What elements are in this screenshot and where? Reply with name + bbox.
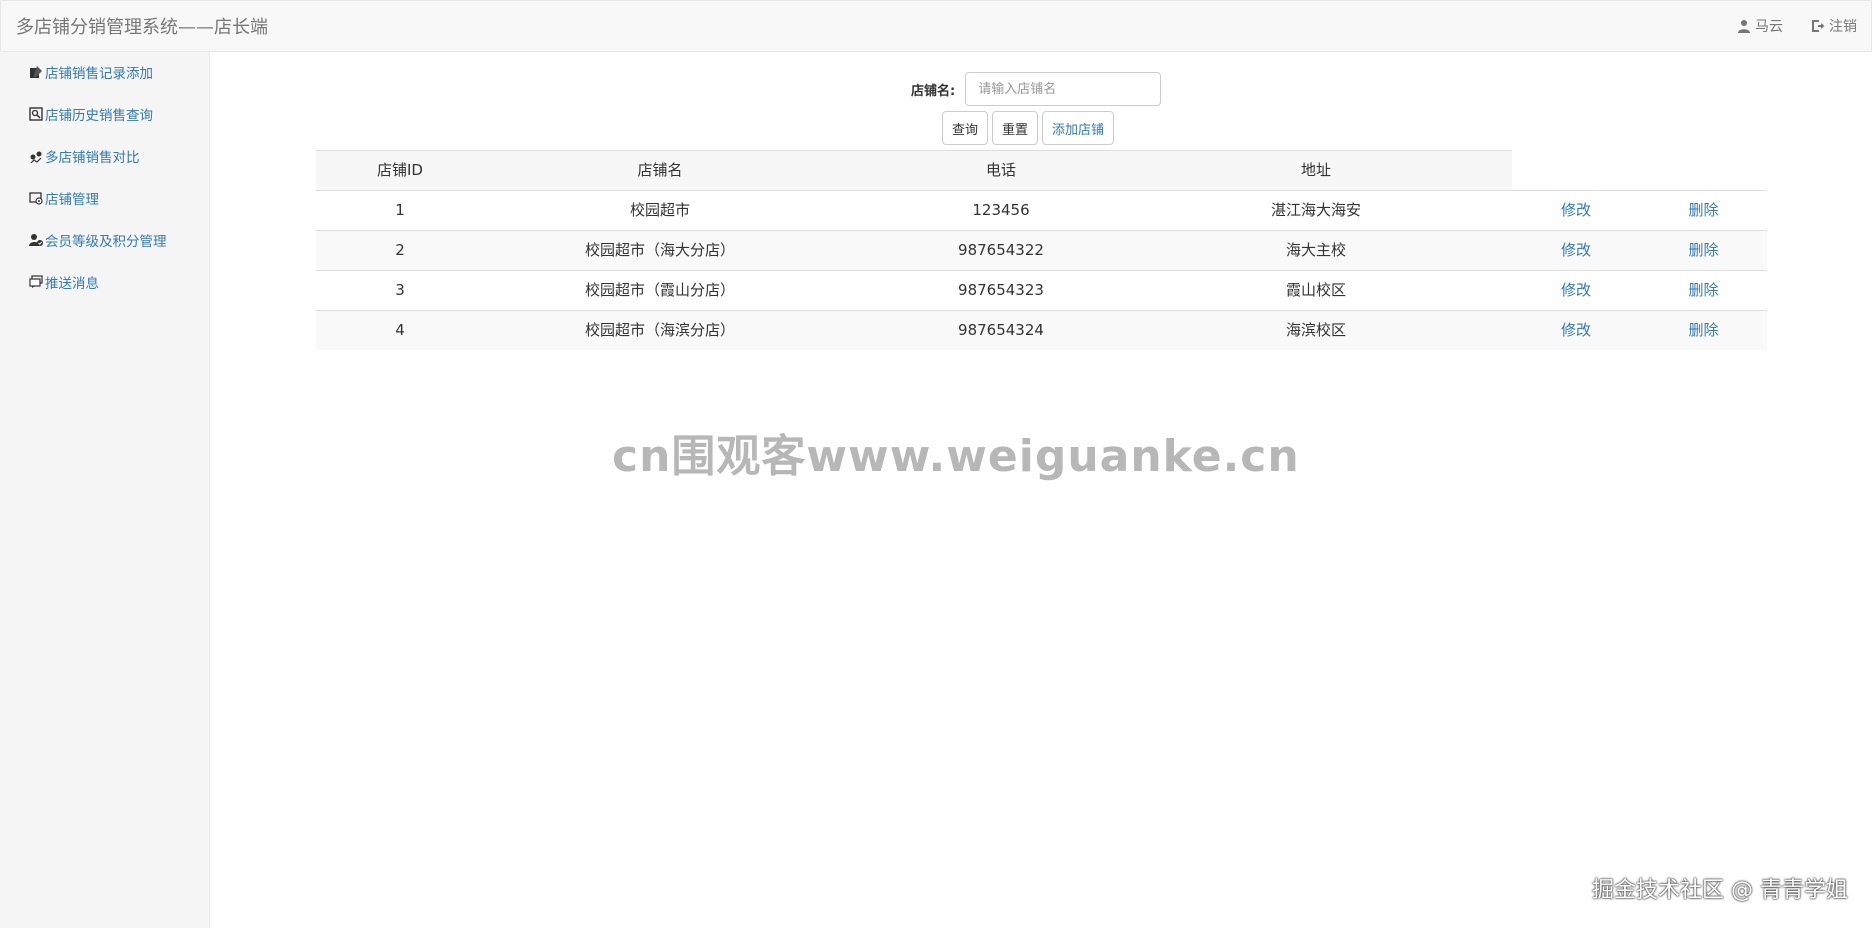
- header-shop-id: 店铺ID: [377, 161, 423, 179]
- cell-address: 海大主校: [1285, 241, 1346, 259]
- logout-icon: [1812, 20, 1825, 32]
- user-menu[interactable]: 马云: [1737, 16, 1783, 36]
- table-header: 店铺ID 店铺名 电话 地址: [316, 150, 1512, 190]
- sidebar-item-label: 店铺销售记录添加: [45, 66, 153, 82]
- corner-watermark: 掘金技术社区 @ 青青学姐: [1592, 878, 1848, 903]
- compare-icon: [30, 151, 42, 163]
- edit-link[interactable]: 修改: [1512, 191, 1640, 231]
- sidebar-item-label: 店铺历史销售查询: [45, 108, 153, 124]
- user-name: 马云: [1755, 19, 1783, 35]
- table-row: 2 校园超市（海大分店） 987654322 海大主校 修改 删除: [316, 230, 1767, 270]
- cell-shop-name: 校园超市（海大分店）: [584, 241, 735, 259]
- sidebar-item-sales-record-add[interactable]: 店铺销售记录添加: [29, 62, 153, 82]
- cell-phone: 987654323: [958, 281, 1044, 299]
- search-history-icon: [29, 107, 43, 121]
- reset-button[interactable]: 重置: [992, 111, 1039, 145]
- logout-label: 注销: [1829, 19, 1857, 35]
- delete-link[interactable]: 删除: [1640, 191, 1767, 231]
- cell-shop-name: 校园超市（霞山分店）: [584, 281, 735, 299]
- top-navbar: 多店铺分销管理系统——店长端 马云 注销: [0, 0, 1872, 52]
- header-phone: 电话: [985, 161, 1016, 179]
- app-title[interactable]: 多店铺分销管理系统——店长端: [16, 13, 268, 39]
- cell-shop-name: 校园超市（海滨分店）: [584, 321, 735, 339]
- query-button[interactable]: 查询: [942, 111, 989, 145]
- sidebar-item-label: 推送消息: [45, 276, 99, 292]
- cell-shop-id: 4: [395, 321, 405, 339]
- logout-link[interactable]: 注销: [1811, 16, 1857, 36]
- sidebar-item-member-level[interactable]: 会员等级及积分管理: [29, 230, 167, 250]
- sidebar-item-push-message[interactable]: 推送消息: [29, 272, 99, 292]
- search-form: 店铺名:: [911, 72, 1162, 106]
- sidebar-item-label: 店铺管理: [45, 192, 99, 208]
- shop-name-label: 店铺名:: [911, 83, 956, 99]
- delete-link[interactable]: 删除: [1640, 271, 1767, 311]
- search-buttons: 查询 重置 添加店铺: [942, 111, 1115, 145]
- navbar-right: 马云 注销: [1737, 16, 1857, 36]
- shop-settings-icon: [29, 192, 43, 205]
- cell-shop-id: 2: [395, 241, 405, 259]
- cell-address: 海滨校区: [1285, 321, 1346, 339]
- sidebar-item-label: 多店铺销售对比: [45, 150, 140, 166]
- member-icon: [29, 234, 43, 246]
- sidebar-item-sales-compare[interactable]: 多店铺销售对比: [29, 146, 140, 166]
- table-row: 3 校园超市（霞山分店） 987654323 霞山校区 修改 删除: [316, 270, 1767, 310]
- cell-shop-name: 校园超市: [629, 201, 690, 219]
- edit-link[interactable]: 修改: [1512, 271, 1640, 311]
- cell-address: 湛江海大海安: [1270, 201, 1361, 219]
- sidebar-item-label: 会员等级及积分管理: [45, 234, 167, 250]
- cell-phone: 987654322: [958, 241, 1044, 259]
- header-address: 地址: [1300, 161, 1331, 179]
- message-icon: [29, 275, 43, 288]
- edit-icon: [30, 66, 42, 78]
- cell-shop-id: 1: [395, 201, 405, 219]
- edit-link[interactable]: 修改: [1512, 231, 1640, 271]
- cell-address: 霞山校区: [1285, 281, 1346, 299]
- center-watermark: cn围观客www.weiguanke.cn: [612, 431, 1300, 482]
- user-icon: [1738, 20, 1750, 33]
- sidebar: 店铺销售记录添加 店铺历史销售查询 多店铺销售对比 店铺管理 会员等级及积分管理…: [0, 52, 210, 928]
- delete-link[interactable]: 删除: [1640, 231, 1767, 271]
- cell-phone: 123456: [972, 201, 1030, 219]
- delete-link[interactable]: 删除: [1640, 311, 1767, 351]
- cell-shop-id: 3: [395, 281, 405, 299]
- table-row: 1 校园超市 123456 湛江海大海安 修改 删除: [316, 190, 1767, 230]
- table-row: 4 校园超市（海滨分店） 987654324 海滨校区 修改 删除: [316, 310, 1767, 350]
- header-shop-name: 店铺名: [637, 161, 683, 179]
- add-shop-button[interactable]: 添加店铺: [1042, 111, 1115, 145]
- sidebar-item-shop-management[interactable]: 店铺管理: [29, 188, 99, 208]
- edit-link[interactable]: 修改: [1512, 311, 1640, 351]
- sidebar-item-sales-history[interactable]: 店铺历史销售查询: [29, 104, 153, 124]
- shop-name-input[interactable]: [965, 72, 1162, 106]
- cell-phone: 987654324: [958, 321, 1044, 339]
